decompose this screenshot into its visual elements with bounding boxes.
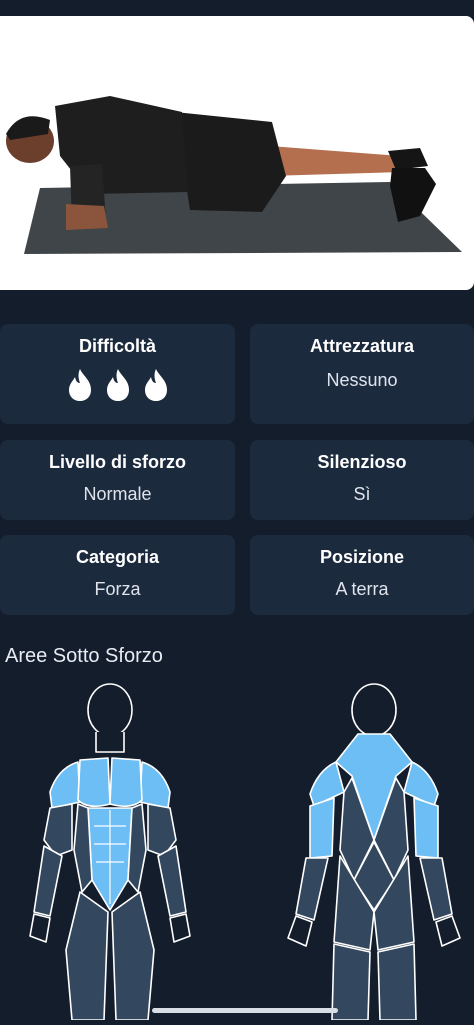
home-indicator[interactable] [152,1008,338,1013]
category-value: Forza [94,579,141,599]
category-label: Categoria [75,547,160,567]
flame-icon [68,369,91,401]
equipment-card: Attrezzatura Nessuno [250,324,474,424]
front-body-diagram [28,680,198,1025]
position-value: A terra [335,579,389,599]
equipment-value: Nessuno [326,370,398,390]
back-body-diagram [284,680,464,1025]
muscles-section-title: Aree Sotto Sforzo [5,645,163,667]
exercise-image [0,16,474,290]
flame-icon [144,369,167,401]
flame-icon [106,369,129,401]
effort-level-value: Normale [83,484,152,504]
position-label: Posizione [319,547,404,567]
difficulty-card: Difficoltà [0,324,235,424]
effort-level-label: Livello di sforzo [48,452,186,472]
difficulty-label: Difficoltà [78,336,156,356]
silent-card: Silenzioso Sì [250,440,474,520]
difficulty-rating [0,368,235,402]
position-card: Posizione A terra [250,535,474,615]
equipment-label: Attrezzatura [309,336,415,356]
silent-label: Silenzioso [317,452,407,472]
effort-level-card: Livello di sforzo Normale [0,440,235,520]
silent-value: Sì [353,484,371,504]
category-card: Categoria Forza [0,535,235,615]
